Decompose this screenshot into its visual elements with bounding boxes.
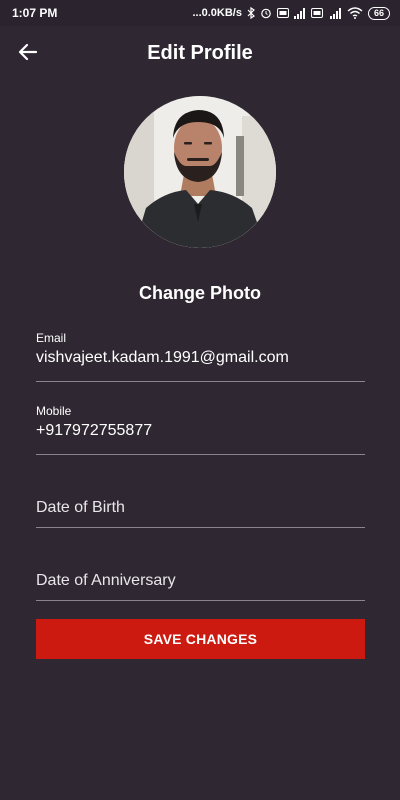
status-bar: 1:07 PM ...0.0KB/s 66 [0,0,400,26]
date-of-birth-field[interactable]: Date of Birth [36,477,365,528]
4g-signal-icon [328,7,342,19]
volte-icon [276,8,289,18]
avatar[interactable] [124,96,276,248]
mobile-value: +917972755877 [36,422,153,439]
signal-icon [293,7,306,19]
volte-icon [310,8,323,18]
app-bar: Edit Profile [0,36,400,72]
network-speed: ...0.0KB/s [192,7,242,19]
bluetooth-icon [247,7,255,19]
email-value: vishvajeet.kadam.1991@gmail.com [36,349,289,366]
mobile-label: Mobile [36,404,72,418]
save-changes-button[interactable]: SAVE CHANGES [36,619,365,659]
page-title: Edit Profile [147,42,253,64]
wifi-icon [347,7,363,19]
profile-photo [124,96,276,248]
email-field[interactable]: Email vishvajeet.kadam.1991@gmail.com [36,331,365,382]
status-time: 1:07 PM [12,6,58,20]
change-photo-button[interactable]: Change Photo [0,283,400,304]
date-of-anniversary-placeholder: Date of Anniversary [36,572,176,589]
alarm-icon [260,7,272,19]
battery-icon: 66 [367,6,390,20]
date-of-anniversary-field[interactable]: Date of Anniversary [36,550,365,601]
mobile-field[interactable]: Mobile +917972755877 [36,404,365,455]
date-of-birth-placeholder: Date of Birth [36,499,125,516]
status-icons: ...0.0KB/s 66 [192,6,390,20]
email-label: Email [36,331,67,345]
